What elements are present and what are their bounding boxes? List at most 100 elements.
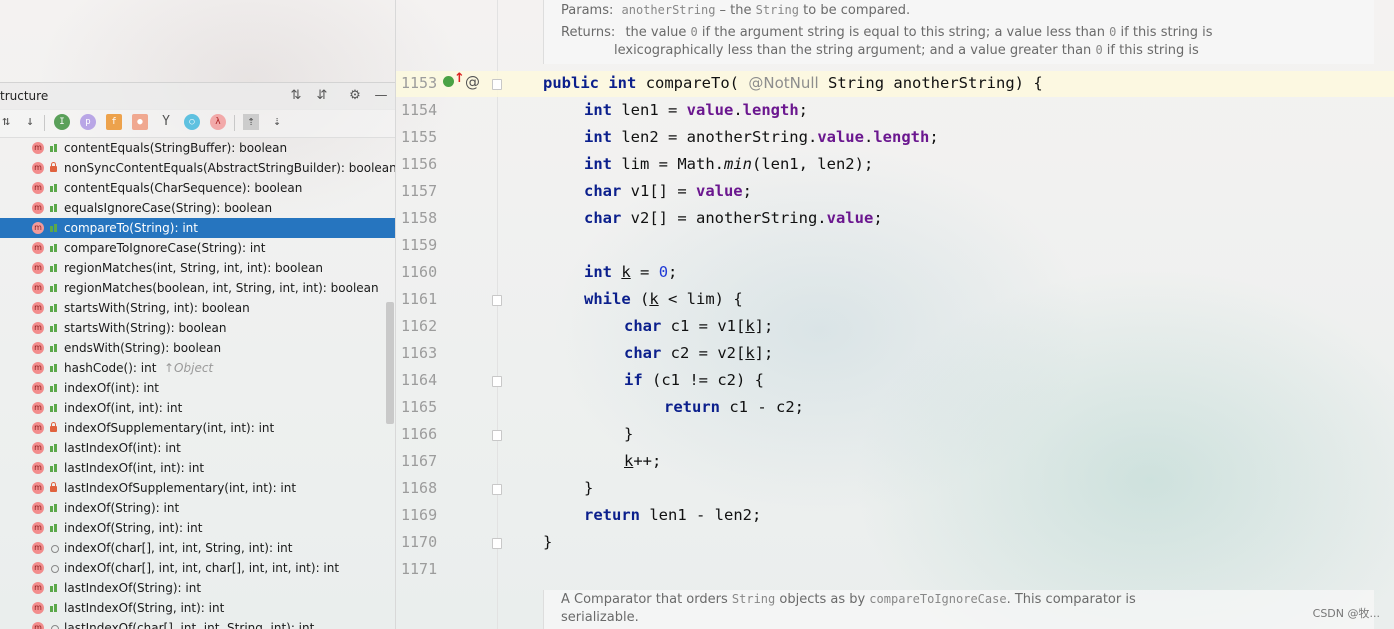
code-line[interactable]: 1156 int lim = Math.min(len1, len2);: [396, 151, 1394, 178]
toolbar-separator: [234, 115, 235, 131]
code-line[interactable]: 1157 char v1[] = value;: [396, 178, 1394, 205]
member-item[interactable]: m indexOf(int): int: [0, 378, 395, 398]
member-item[interactable]: m contentEquals(CharSequence): boolean: [0, 178, 395, 198]
line-number[interactable]: 1170: [401, 533, 437, 551]
code-editor[interactable]: Params: anotherString – the String to be…: [396, 0, 1394, 629]
line-number[interactable]: 1167: [401, 452, 437, 470]
show-inherited-icon[interactable]: I: [54, 114, 70, 130]
member-item[interactable]: m hashCode(): int ↑Object: [0, 358, 395, 378]
sort-alpha-icon[interactable]: ↓: [22, 114, 38, 130]
code-line[interactable]: 1168}: [396, 475, 1394, 502]
member-item[interactable]: m indexOf(char[], int, int, String, int):…: [0, 538, 395, 558]
line-number[interactable]: 1163: [401, 344, 437, 362]
code-text: int len2 = anotherString.value.length;: [584, 128, 939, 146]
code-line[interactable]: 1153 ↑ @ public int compareTo( @NotNull Str…: [396, 70, 1394, 97]
member-item[interactable]: m startsWith(String, int): boolean: [0, 298, 395, 318]
member-item[interactable]: m endsWith(String): boolean: [0, 338, 395, 358]
code-line[interactable]: 1154 int len1 = value.length;: [396, 97, 1394, 124]
expand-all-icon[interactable]: ⇅: [287, 87, 305, 105]
member-item[interactable]: m indexOf(char[], int, int, char[], int, …: [0, 558, 395, 578]
member-item[interactable]: m lastIndexOf(String, int): int: [0, 598, 395, 618]
line-number[interactable]: 1164: [401, 371, 437, 389]
member-item[interactable]: m indexOf(String, int): int: [0, 518, 395, 538]
code-token: value: [817, 128, 864, 146]
code-line[interactable]: 1163 char c2 = v2[k];: [396, 340, 1394, 367]
fold-marker-icon[interactable]: [492, 430, 502, 441]
line-number[interactable]: 1156: [401, 155, 437, 173]
member-item[interactable]: m compareTo(String): int: [0, 218, 395, 238]
member-item[interactable]: m lastIndexOfSupplementary(int, int): int: [0, 478, 395, 498]
member-item[interactable]: m contentEquals(StringBuffer): boolean: [0, 138, 395, 158]
line-number[interactable]: 1171: [401, 560, 437, 578]
show-lambda-icon[interactable]: λ: [210, 114, 226, 130]
line-number[interactable]: 1155: [401, 128, 437, 146]
autoscroll-to-source-icon[interactable]: ⇡: [243, 114, 259, 130]
line-number[interactable]: 1159: [401, 236, 437, 254]
code-line[interactable]: 1164 if (c1 != c2) {: [396, 367, 1394, 394]
code-token: if: [624, 371, 643, 389]
member-item[interactable]: m lastIndexOf(String): int: [0, 578, 395, 598]
private-visibility-icon: [50, 422, 57, 432]
member-item[interactable]: m compareToIgnoreCase(String): int: [0, 238, 395, 258]
line-number[interactable]: 1161: [401, 290, 437, 308]
line-number[interactable]: 1169: [401, 506, 437, 524]
show-properties-icon[interactable]: p: [80, 114, 96, 130]
member-item[interactable]: m indexOf(int, int): int: [0, 398, 395, 418]
line-number[interactable]: 1154: [401, 101, 437, 119]
code-line[interactable]: 1161 while (k < lim) {: [396, 286, 1394, 313]
member-item[interactable]: m regionMatches(int, String, int, int): b…: [0, 258, 395, 278]
structure-scrollbar[interactable]: [386, 302, 394, 424]
annotation-icon[interactable]: @: [465, 73, 480, 91]
line-number[interactable]: 1166: [401, 425, 437, 443]
line-number[interactable]: 1158: [401, 209, 437, 227]
member-item[interactable]: m nonSyncContentEquals(AbstractStringBuil…: [0, 158, 395, 178]
line-number[interactable]: 1168: [401, 479, 437, 497]
member-item[interactable]: m lastIndexOf(int): int: [0, 438, 395, 458]
code-line[interactable]: 1171: [396, 556, 1394, 583]
package-visibility-icon: [51, 625, 59, 629]
code-token: char: [584, 209, 622, 227]
code-line[interactable]: 1160 int k = 0;: [396, 259, 1394, 286]
fold-marker-icon[interactable]: [492, 538, 502, 549]
line-number[interactable]: 1162: [401, 317, 437, 335]
fold-marker-icon[interactable]: [492, 376, 502, 387]
show-non-public-icon[interactable]: ●: [132, 114, 148, 130]
line-number[interactable]: 1153: [401, 74, 437, 92]
show-anonymous-icon[interactable]: ○: [184, 114, 200, 130]
sort-visibility-icon[interactable]: ⇅: [0, 114, 14, 130]
member-item[interactable]: m indexOfSupplementary(int, int): int: [0, 418, 395, 438]
javadoc-params-tail: to be compared.: [799, 3, 911, 18]
go-to-super-icon[interactable]: ↑: [454, 72, 465, 86]
member-item[interactable]: m lastIndexOf(int, int): int: [0, 458, 395, 478]
line-number[interactable]: 1165: [401, 398, 437, 416]
show-lambdas-icon[interactable]: Y: [158, 114, 174, 130]
public-visibility-icon: [49, 383, 58, 392]
implements-method-icon[interactable]: [443, 76, 454, 87]
code-line[interactable]: 1165 return c1 - c2;: [396, 394, 1394, 421]
method-icon: m: [32, 622, 44, 629]
code-line[interactable]: 1169 return len1 - len2;: [396, 502, 1394, 529]
member-item[interactable]: m lastIndexOf(char[], int, int, String, i…: [0, 618, 395, 629]
minimize-icon[interactable]: —: [372, 87, 390, 105]
code-line[interactable]: 1155 int len2 = anotherString.value.lengt…: [396, 124, 1394, 151]
line-number[interactable]: 1160: [401, 263, 437, 281]
gear-icon[interactable]: ⚙: [346, 87, 364, 105]
collapse-all-icon[interactable]: ⇵: [313, 87, 331, 105]
code-line[interactable]: 1167 k++;: [396, 448, 1394, 475]
fold-marker-icon[interactable]: [492, 484, 502, 495]
member-item[interactable]: m startsWith(String): boolean: [0, 318, 395, 338]
member-item[interactable]: m regionMatches(boolean, int, String, int…: [0, 278, 395, 298]
member-item[interactable]: m equalsIgnoreCase(String): boolean: [0, 198, 395, 218]
autoscroll-from-source-icon[interactable]: ⇣: [269, 114, 285, 130]
show-fields-icon[interactable]: f: [106, 114, 122, 130]
code-line[interactable]: 1159: [396, 232, 1394, 259]
code-line[interactable]: 1170}: [396, 529, 1394, 556]
member-label: hashCode(): int: [64, 361, 157, 375]
code-line[interactable]: 1166}: [396, 421, 1394, 448]
code-line[interactable]: 1158 char v2[] = anotherString.value;: [396, 205, 1394, 232]
fold-marker-icon[interactable]: [492, 295, 502, 306]
fold-marker-icon[interactable]: [492, 79, 502, 90]
line-number[interactable]: 1157: [401, 182, 437, 200]
member-item[interactable]: m indexOf(String): int: [0, 498, 395, 518]
code-line[interactable]: 1162 char c1 = v1[k];: [396, 313, 1394, 340]
